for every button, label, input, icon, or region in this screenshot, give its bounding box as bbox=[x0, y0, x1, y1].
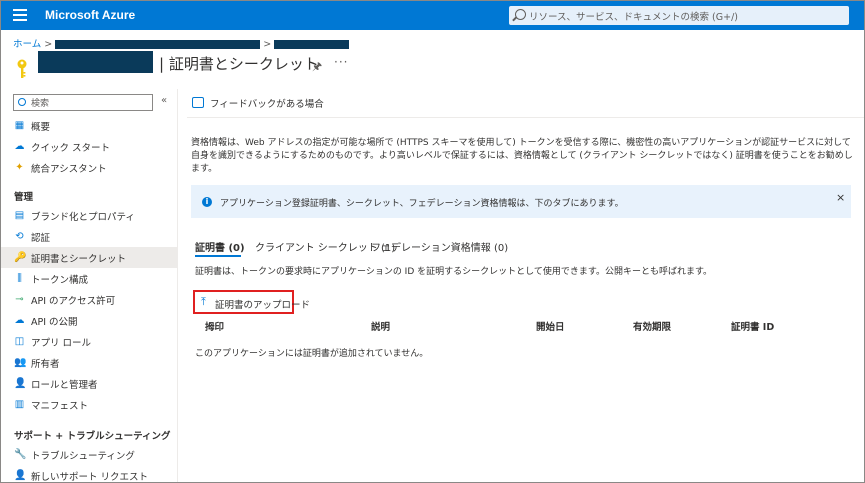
sidebar-section-manage: 管理 bbox=[14, 192, 34, 203]
credentials-description: 資格情報は、Web アドレスの指定が可能な場所で (HTTPS スキーマを使用し… bbox=[191, 138, 853, 174]
sidebar-search-placeholder: 検索 bbox=[31, 99, 50, 109]
more-options-icon[interactable]: ··· bbox=[334, 55, 348, 69]
sidebar: 検索 « ▦ 概要 ☁ クイック スタート ✦ 統合アシスタント 管理 ▤ ブラ… bbox=[1, 89, 178, 483]
key-icon bbox=[17, 59, 27, 78]
collapse-sidebar-icon[interactable]: « bbox=[161, 95, 167, 106]
token-icon: ⫼ bbox=[17, 273, 22, 284]
owners-icon: 👥 bbox=[14, 357, 27, 368]
sidebar-item-certificates-secrets[interactable]: 🔑 証明書とシークレット bbox=[1, 247, 177, 268]
roles-admins-icon: 👤 bbox=[14, 378, 27, 389]
sidebar-item-label: API のアクセス許可 bbox=[31, 296, 116, 307]
portal-window: Microsoft Azure リソース、サービス、ドキュメントの検索 (G+/… bbox=[0, 0, 865, 483]
sidebar-item-label: ブランド化とプロパティ bbox=[31, 212, 135, 223]
empty-table-message: このアプリケーションには証明書が追加されていません。 bbox=[195, 349, 429, 359]
sidebar-item-roles-admins[interactable]: 👤 ロールと管理者 bbox=[1, 373, 177, 394]
api-permissions-icon: ⊸ bbox=[15, 294, 24, 305]
sidebar-item-integration-assistant[interactable]: ✦ 統合アシスタント bbox=[1, 157, 177, 178]
authentication-icon: ⟲ bbox=[15, 231, 24, 242]
global-search-placeholder: リソース、サービス、ドキュメントの検索 (G+/) bbox=[529, 12, 738, 23]
sidebar-item-branding[interactable]: ▤ ブランド化とプロパティ bbox=[1, 205, 177, 226]
upload-certificate-button[interactable]: ⤒ 証明書のアップロード bbox=[193, 290, 310, 314]
sidebar-item-label: ロールと管理者 bbox=[31, 380, 98, 391]
quickstart-icon: ☁ bbox=[14, 141, 25, 152]
sidebar-item-manifest[interactable]: ▥ マニフェスト bbox=[1, 394, 177, 415]
breadcrumb: ホーム > > bbox=[13, 36, 350, 50]
sidebar-item-api-permissions[interactable]: ⊸ API のアクセス許可 bbox=[1, 289, 177, 310]
pin-icon[interactable]: 🖈 bbox=[312, 58, 322, 77]
sidebar-item-label: クイック スタート bbox=[31, 143, 111, 154]
sidebar-item-troubleshooting[interactable]: 🔧 トラブルシューティング bbox=[1, 444, 177, 465]
manifest-icon: ▥ bbox=[14, 399, 25, 410]
column-header-description[interactable]: 説明 bbox=[371, 319, 390, 333]
sidebar-item-label: トークン構成 bbox=[31, 275, 89, 286]
column-header-thumbprint[interactable]: 拇印 bbox=[205, 319, 224, 333]
divider bbox=[187, 117, 864, 118]
tab-certificates[interactable]: 証明書 (0) bbox=[195, 239, 245, 254]
certificates-description: 証明書は、トークンの要求時にアプリケーションの ID を証明するシークレットとし… bbox=[195, 267, 713, 277]
sidebar-item-authentication[interactable]: ⟲ 認証 bbox=[1, 226, 177, 247]
key-icon: 🔑 bbox=[14, 252, 27, 263]
column-header-start-date[interactable]: 開始日 bbox=[536, 319, 565, 333]
sidebar-item-label: 認証 bbox=[31, 233, 51, 244]
branding-icon: ▤ bbox=[14, 210, 25, 221]
troubleshoot-icon: 🔧 bbox=[14, 449, 27, 460]
info-banner: i アプリケーション登録証明書、シークレット、フェデレーション資格情報は、下のタ… bbox=[191, 185, 851, 218]
sidebar-section-support: サポート + トラブルシューティング bbox=[14, 431, 171, 442]
sidebar-item-label: 所有者 bbox=[31, 359, 60, 370]
info-banner-text: アプリケーション登録証明書、シークレット、フェデレーション資格情報は、下のタブに… bbox=[220, 199, 624, 209]
active-tab-indicator bbox=[195, 255, 241, 257]
feedback-button[interactable]: フィードバックがある場合 bbox=[192, 96, 324, 110]
sidebar-item-label: マニフェスト bbox=[31, 401, 89, 412]
sidebar-search-input[interactable]: 検索 bbox=[13, 94, 153, 111]
tab-federated-credentials[interactable]: フェデレーション資格情報 (0) bbox=[371, 239, 508, 254]
sidebar-item-label: 統合アシスタント bbox=[31, 164, 107, 175]
sidebar-item-app-roles[interactable]: ◫ アプリ ロール bbox=[1, 331, 177, 352]
close-icon[interactable]: × bbox=[836, 191, 845, 204]
sidebar-item-owners[interactable]: 👥 所有者 bbox=[1, 352, 177, 373]
sidebar-item-label: 証明書とシークレット bbox=[31, 254, 127, 265]
feedback-label: フィードバックがある場合 bbox=[210, 99, 324, 110]
sidebar-item-quickstart[interactable]: ☁ クイック スタート bbox=[1, 136, 177, 157]
global-search-input[interactable]: リソース、サービス、ドキュメントの検索 (G+/) bbox=[509, 6, 849, 25]
info-icon: i bbox=[202, 197, 212, 207]
brand-logo-text[interactable]: Microsoft Azure bbox=[45, 8, 135, 22]
top-bar: Microsoft Azure リソース、サービス、ドキュメントの検索 (G+/… bbox=[1, 1, 864, 30]
sidebar-item-label: アプリ ロール bbox=[31, 338, 92, 349]
search-icon bbox=[18, 98, 26, 106]
breadcrumb-separator: > bbox=[263, 39, 272, 50]
integration-assistant-icon: ✦ bbox=[15, 162, 24, 173]
feedback-icon bbox=[192, 97, 204, 108]
app-name-redacted bbox=[38, 51, 153, 73]
app-roles-icon: ◫ bbox=[14, 336, 25, 347]
hamburger-menu-icon[interactable] bbox=[13, 9, 27, 21]
column-header-expiry[interactable]: 有効期限 bbox=[633, 319, 671, 333]
expose-api-icon: ☁ bbox=[14, 315, 25, 326]
breadcrumb-redacted bbox=[274, 40, 350, 49]
sidebar-item-label: 新しいサポート リクエスト bbox=[31, 472, 149, 483]
sidebar-item-new-support-request[interactable]: 👤 新しいサポート リクエスト bbox=[1, 465, 177, 483]
support-request-icon: 👤 bbox=[14, 470, 27, 481]
breadcrumb-separator: > bbox=[44, 39, 53, 50]
overview-icon: ▦ bbox=[14, 120, 25, 131]
column-header-certificate-id[interactable]: 証明書 ID bbox=[731, 319, 774, 333]
page-title: | 証明書とシークレット bbox=[159, 55, 319, 73]
upload-icon: ⤒ bbox=[201, 295, 206, 308]
sidebar-item-overview[interactable]: ▦ 概要 bbox=[1, 115, 177, 136]
breadcrumb-home[interactable]: ホーム bbox=[13, 39, 41, 50]
sidebar-item-expose-api[interactable]: ☁ API の公開 bbox=[1, 310, 177, 331]
sidebar-item-label: トラブルシューティング bbox=[31, 451, 135, 462]
sidebar-item-label: 概要 bbox=[31, 122, 51, 133]
search-icon bbox=[515, 9, 526, 20]
sidebar-item-token-configuration[interactable]: ⫼ トークン構成 bbox=[1, 268, 177, 289]
upload-certificate-label: 証明書のアップロード bbox=[215, 300, 311, 311]
breadcrumb-redacted bbox=[55, 40, 261, 49]
sidebar-item-label: API の公開 bbox=[31, 317, 78, 328]
